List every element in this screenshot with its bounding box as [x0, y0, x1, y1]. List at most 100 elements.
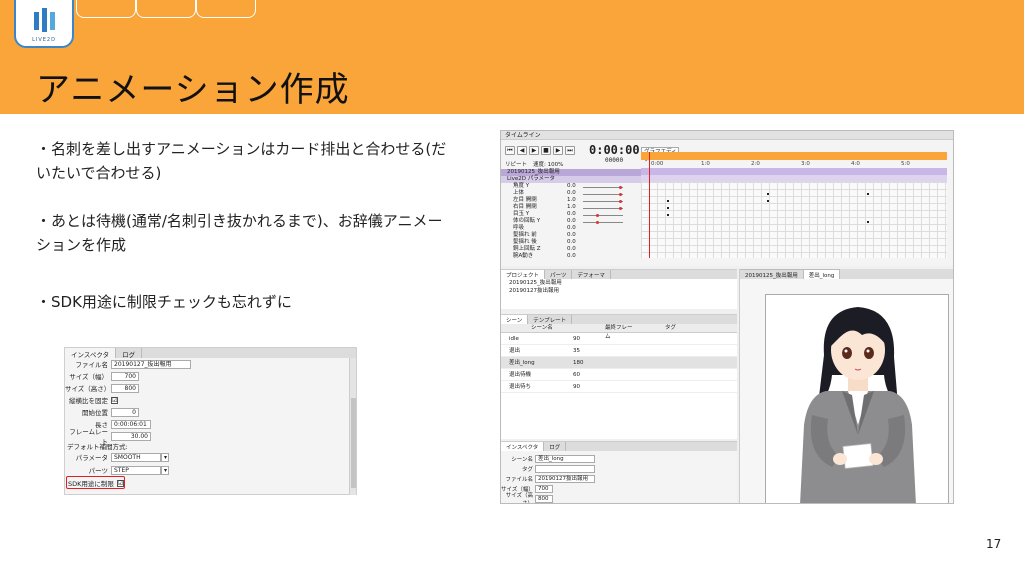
param-slider[interactable] [583, 187, 623, 188]
param-slider[interactable] [583, 222, 623, 223]
timeline-panel: タイムライン ⏮ ◀ ▶ ■ ▶ ⏭ 0:00:00 00000 グラフエディタ… [501, 131, 953, 266]
scene-row[interactable]: 差出_long 180 [501, 357, 737, 369]
chevron-down-icon[interactable]: ▾ [161, 465, 169, 475]
keyframe[interactable] [667, 207, 669, 209]
param-knob[interactable] [619, 207, 622, 210]
aspect-checkbox[interactable]: ☑ [111, 396, 118, 404]
tab-template[interactable]: テンプレート [528, 315, 573, 324]
ruler-label: 5:0 [901, 161, 910, 167]
scene-file-field[interactable]: 20190127抜出報用 [535, 474, 595, 483]
skip-end-icon[interactable]: ⏭ [565, 146, 575, 155]
tab-inspector[interactable]: インスペクタ [65, 348, 117, 359]
step-forward-icon[interactable]: ▶ [553, 146, 563, 155]
model-canvas[interactable] [765, 294, 949, 503]
ruler-label: 4:0 [851, 161, 860, 167]
param-row[interactable]: 腕A動き 0.0 [501, 253, 641, 260]
scene-width-field[interactable]: 700 [535, 484, 553, 493]
scene-row[interactable]: idle 90 [501, 333, 737, 345]
viewer-panel: 20190125_抜出報用 差出_long [739, 269, 953, 503]
stop-icon[interactable]: ■ [541, 146, 551, 155]
frame-display: 00000 [605, 157, 624, 164]
nav-tab-1[interactable] [76, 0, 136, 18]
param-row[interactable]: 呼吸 0.0 [501, 225, 641, 232]
row-parts-interp: パーツ STEP ▾ [88, 465, 169, 475]
tab-log[interactable]: ログ [116, 348, 143, 359]
playhead[interactable] [649, 152, 650, 258]
logo-text: LIVE2D [32, 37, 56, 43]
ruler-label: 1:0 [701, 161, 710, 167]
live2d-logo[interactable]: LIVE2D [14, 0, 74, 48]
scene-row[interactable]: 退出待機 60 [501, 369, 737, 381]
chevron-down-icon[interactable]: ▾ [161, 452, 169, 462]
repeat-label[interactable]: リピート [505, 160, 527, 168]
param-slider[interactable] [583, 215, 623, 216]
height-field[interactable]: 800 [111, 383, 139, 393]
logo-mark-icon [34, 8, 55, 32]
scene-height-field[interactable]: 800 [535, 494, 553, 503]
tab-project[interactable]: プロジェクト [501, 270, 546, 279]
keyframe[interactable] [767, 200, 769, 202]
keyframe[interactable] [767, 193, 769, 195]
param-row[interactable]: 20190125_抜出報用 [501, 169, 641, 176]
time-ruler[interactable] [641, 152, 947, 160]
viewer-tab[interactable]: 差出_long [803, 269, 841, 279]
scene-row[interactable]: 退出待ち 90 [501, 381, 737, 393]
width-field[interactable]: 700 [111, 371, 139, 381]
project-item[interactable]: 20190127抜出報用 [501, 287, 737, 295]
bullet-3: ・SDK用途に制限チェックも忘れずに [36, 293, 292, 311]
param-knob[interactable] [596, 214, 599, 217]
row-aspect: 縦横比を固定 ☑ [69, 396, 118, 405]
scene-row[interactable]: 退出 35 [501, 345, 737, 357]
skip-start-icon[interactable]: ⏮ [505, 146, 515, 155]
editor-screenshot: タイムライン ⏮ ◀ ▶ ■ ▶ ⏭ 0:00:00 00000 グラフエディタ… [500, 130, 954, 504]
keyframe-grid[interactable] [641, 168, 947, 258]
nav-tab-3[interactable] [196, 0, 256, 18]
param-row[interactable]: 銅上回転 Z 0.0 [501, 246, 641, 253]
keyframe[interactable] [667, 214, 669, 216]
param-row[interactable]: Live2D パラメータ [501, 176, 641, 183]
scene-table-header: シーン名 最終フレーム タグ [501, 324, 737, 340]
param-row[interactable]: 髪揺れ 前 0.0 [501, 232, 641, 239]
viewer-tab[interactable]: 20190125_抜出報用 [740, 269, 804, 279]
play-icon[interactable]: ▶ [529, 146, 539, 155]
bullet-2: ・あとは待機(通常/名刺引き抜かれるまで)、お辞儀アニメーションを作成 [36, 212, 443, 254]
param-slider[interactable] [583, 208, 623, 209]
nav-tab-2[interactable] [136, 0, 196, 18]
tab-parts[interactable]: パーツ [545, 270, 573, 279]
speed-label[interactable]: 速度: 100% [533, 160, 563, 168]
param-knob[interactable] [619, 193, 622, 196]
length-field[interactable]: 0:00:06:01 [111, 419, 151, 429]
start-field[interactable]: 0 [111, 407, 139, 417]
framerate-field[interactable]: 30.00 [111, 431, 151, 441]
filename-field[interactable]: 20190127_抜出報用 [111, 359, 191, 369]
inspector-panel: インスペクタ ログ ファイル名 20190127_抜出報用 サイズ（幅） 700… [64, 347, 357, 495]
param-knob[interactable] [619, 200, 622, 203]
param-interp-select[interactable]: SMOOTH [111, 452, 161, 462]
tab-inspector[interactable]: インスペクタ [501, 442, 545, 451]
param-slider[interactable] [583, 201, 623, 202]
keyframe[interactable] [867, 193, 869, 195]
param-row[interactable]: 髪揺れ 後 0.0 [501, 239, 641, 246]
bullet-1: ・名刺を差し出すアニメーションはカード排出と合わせる(だいたいで合わせる) [36, 140, 447, 182]
tab-scene[interactable]: シーン [501, 315, 529, 324]
step-back-icon[interactable]: ◀ [517, 146, 527, 155]
param-knob[interactable] [619, 186, 622, 189]
row-start: 開始位置 0 [65, 407, 139, 417]
row-scene-height: サイズ（高さ） 800 [501, 493, 553, 503]
param-knob[interactable] [596, 221, 599, 224]
parts-interp-select[interactable]: STEP [111, 465, 161, 475]
tag-field[interactable] [535, 464, 595, 473]
scroll-thumb[interactable] [351, 398, 356, 488]
timecode-display: 0:00:00 [589, 143, 640, 157]
tab-log[interactable]: ログ [544, 442, 567, 451]
tab-deformer[interactable]: デフォーマ [572, 270, 611, 279]
param-slider[interactable] [583, 194, 623, 195]
timeline-band [641, 175, 947, 182]
project-item[interactable]: 20190125_抜出報用 [501, 279, 737, 287]
keyframe[interactable] [667, 200, 669, 202]
scrollbar[interactable] [349, 358, 356, 495]
ruler-label: 2:0 [751, 161, 760, 167]
keyframe[interactable] [867, 221, 869, 223]
scene-name-field[interactable]: 差出_long [535, 454, 595, 463]
project-panel: プロジェクト パーツ デフォーマ 20190125_抜出報用 20190127抜… [501, 269, 737, 309]
